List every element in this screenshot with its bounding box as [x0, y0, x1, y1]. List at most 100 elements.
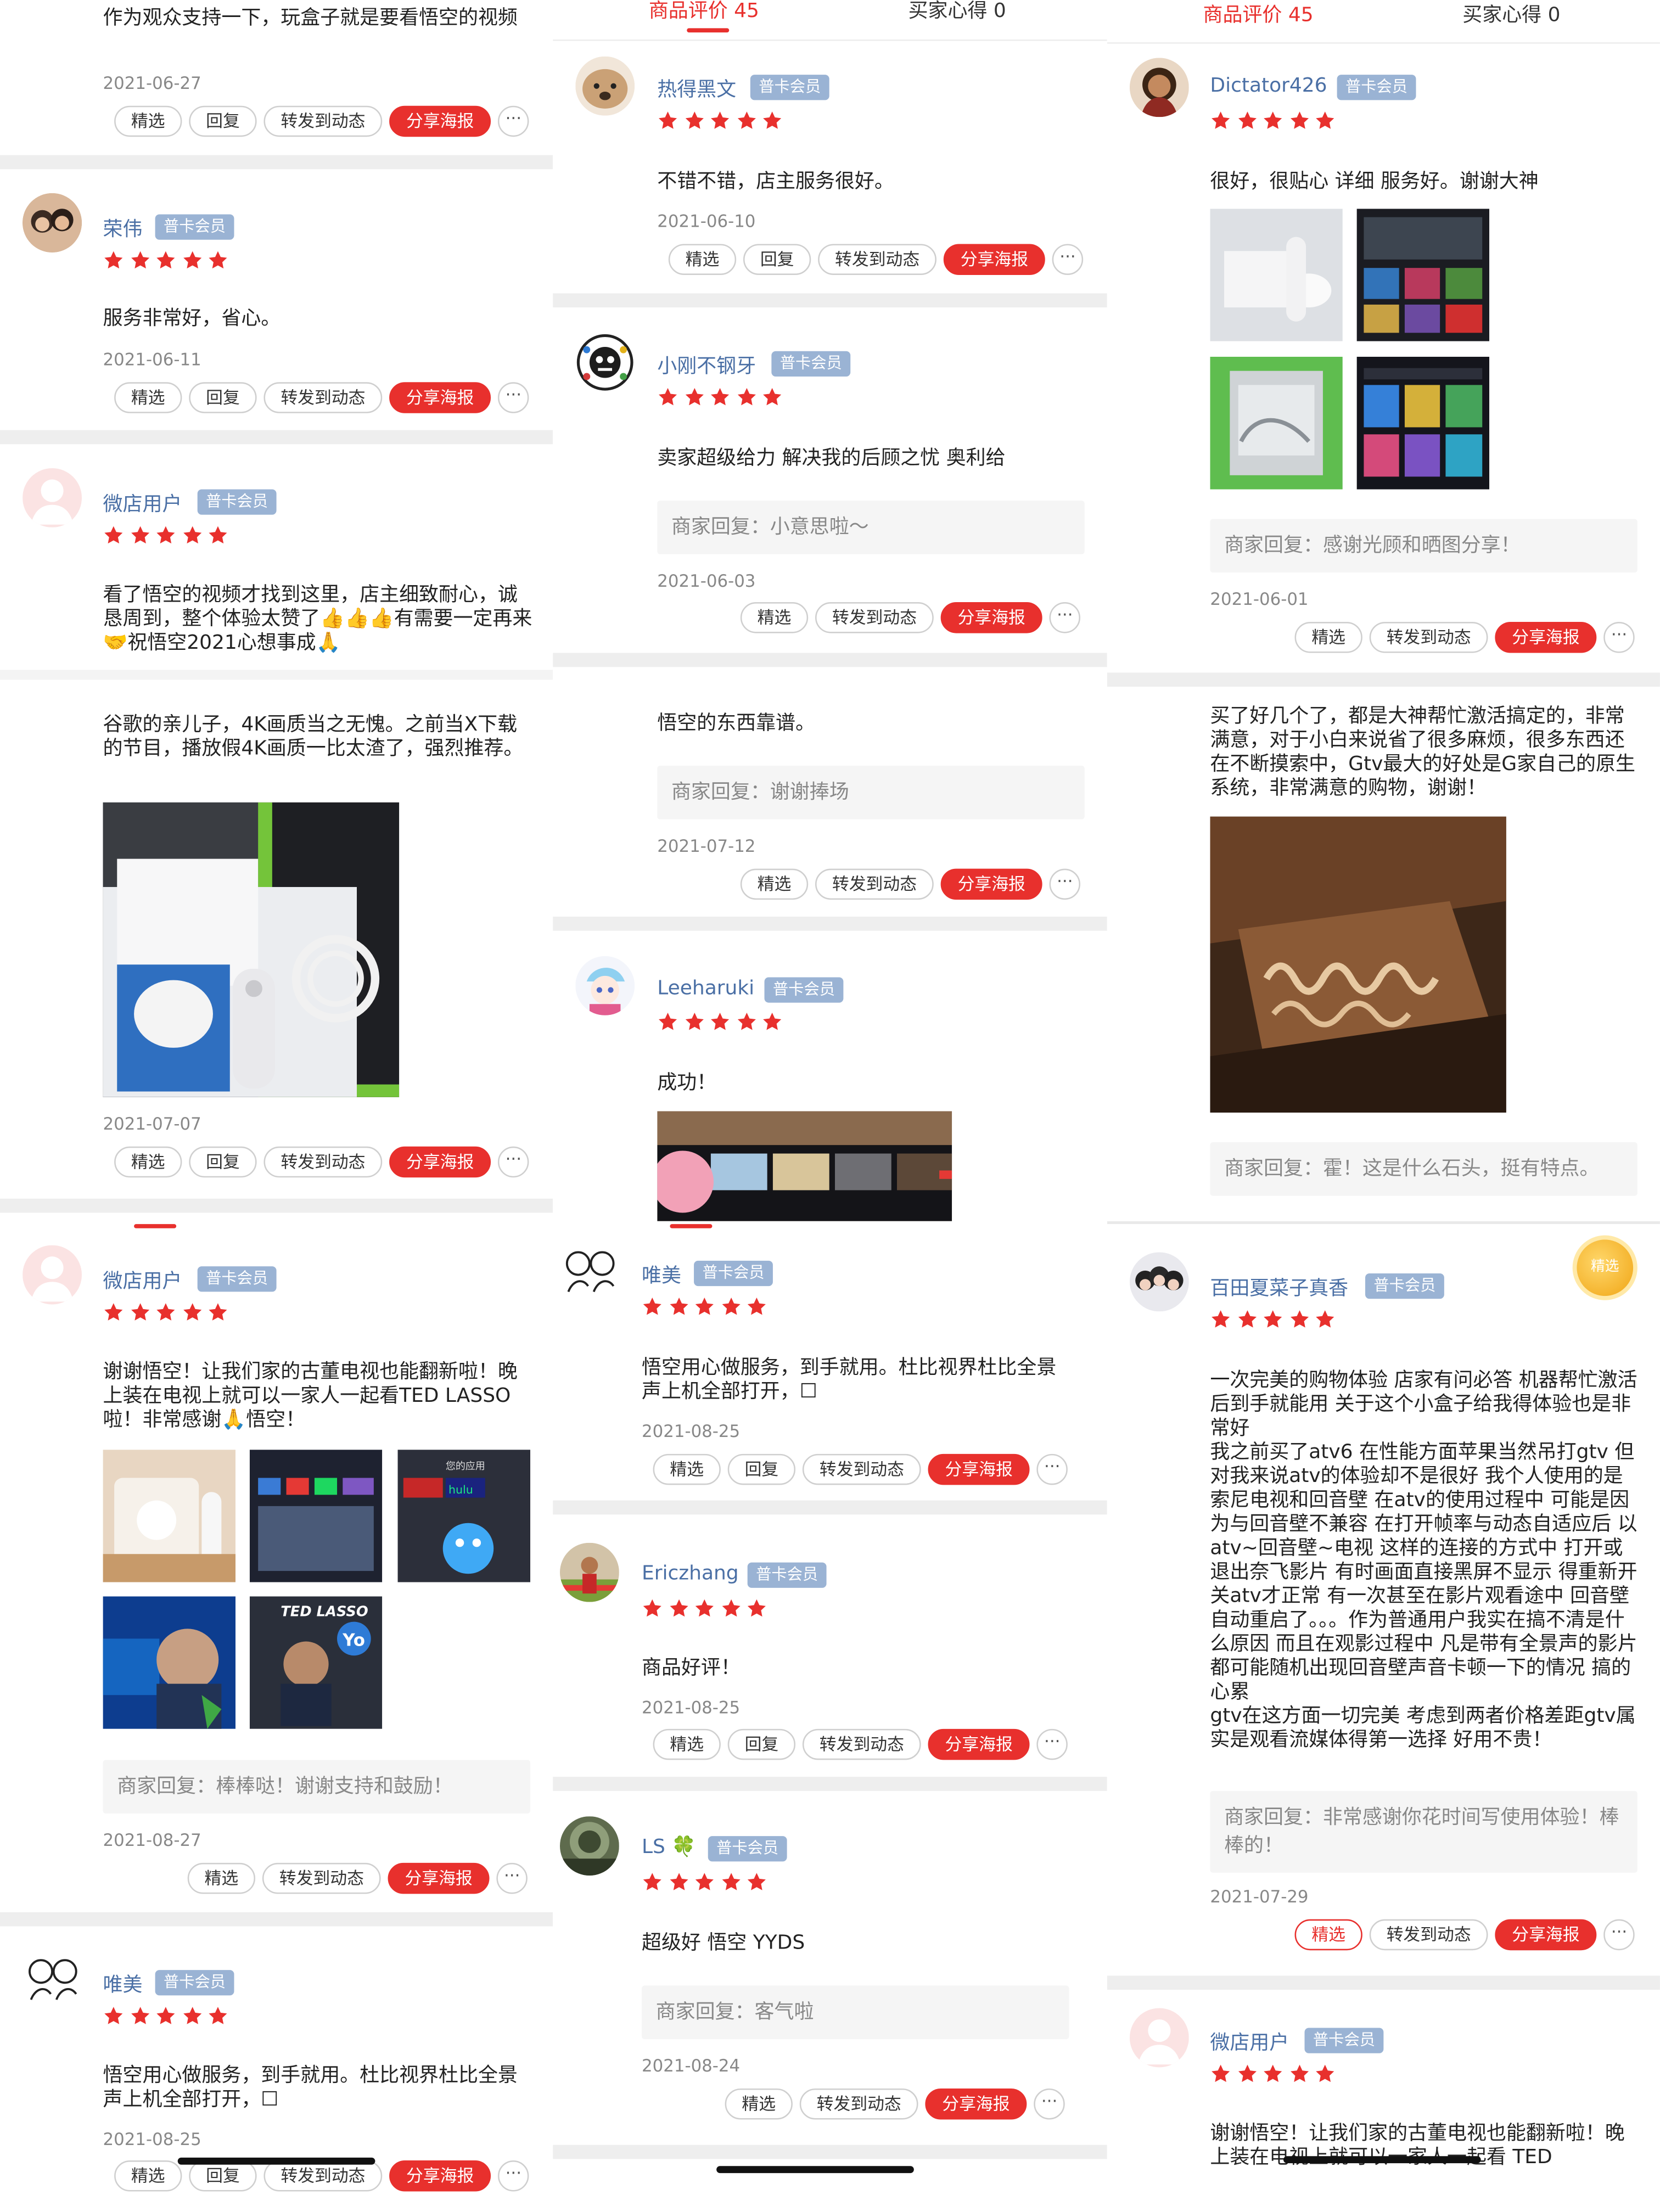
select-button[interactable]: 精选 [114, 105, 182, 137]
repost-button[interactable]: 转发到动态 [263, 1146, 383, 1178]
username[interactable]: Ericzhang [642, 1563, 739, 1585]
review-photo[interactable] [1210, 209, 1343, 341]
avatar[interactable] [559, 1244, 619, 1303]
review-photo[interactable] [1210, 816, 1506, 1113]
review-photo[interactable] [103, 802, 400, 1097]
select-button[interactable]: 精选 [1294, 1919, 1362, 1951]
review-photo[interactable] [1210, 357, 1343, 490]
repost-button[interactable]: 转发到动态 [1369, 622, 1488, 653]
repost-button[interactable]: 转发到动态 [815, 602, 934, 633]
share-poster-button[interactable]: 分享海报 [389, 1146, 491, 1178]
select-button[interactable]: 精选 [740, 868, 809, 900]
more-button[interactable]: ··· [498, 105, 529, 137]
share-poster-button[interactable]: 分享海报 [389, 382, 491, 413]
avatar[interactable] [559, 1542, 619, 1602]
username[interactable]: Dictator426 [1210, 75, 1327, 97]
username[interactable]: 微店用户 [1210, 2028, 1289, 2056]
review-photo[interactable] [249, 1450, 383, 1582]
review-photo[interactable]: 您的应用 hulu [397, 1450, 531, 1582]
review-photo[interactable] [657, 1111, 952, 1221]
reply-button[interactable]: 回复 [189, 382, 257, 413]
more-button[interactable]: ··· [496, 1862, 528, 1894]
avatar[interactable] [23, 1951, 82, 2011]
avatar[interactable] [1129, 1252, 1189, 1312]
avatar[interactable] [1129, 58, 1189, 117]
avatar[interactable] [1130, 2008, 1189, 2068]
username[interactable]: 唯美 [642, 1261, 681, 1289]
share-poster-button[interactable]: 分享海报 [943, 244, 1045, 275]
select-button[interactable]: 精选 [725, 2088, 793, 2120]
username[interactable]: 热得黑文 [657, 75, 736, 103]
avatar[interactable] [575, 956, 635, 1015]
more-button[interactable]: ··· [1603, 622, 1635, 653]
username[interactable]: 微店用户 [103, 490, 182, 518]
tab-buyer-tips[interactable]: 买家心得 0 [908, 0, 1006, 24]
share-poster-button[interactable]: 分享海报 [928, 1453, 1030, 1485]
select-button[interactable]: 精选 [653, 1453, 721, 1485]
share-poster-button[interactable]: 分享海报 [388, 1862, 490, 1894]
avatar[interactable] [575, 333, 635, 392]
more-button[interactable]: ··· [498, 1146, 529, 1178]
share-poster-button[interactable]: 分享海报 [940, 868, 1042, 900]
select-button[interactable]: 精选 [653, 1728, 721, 1760]
avatar[interactable] [559, 1816, 619, 1876]
repost-button[interactable]: 转发到动态 [802, 1453, 921, 1485]
reply-button[interactable]: 回复 [189, 1146, 257, 1178]
review-photo[interactable] [103, 1596, 236, 1729]
tab-reviews[interactable]: 商品评价 45 [649, 0, 759, 24]
username[interactable]: 微店用户 [103, 1266, 182, 1294]
avatar[interactable] [23, 468, 82, 527]
share-poster-button[interactable]: 分享海报 [389, 2160, 491, 2192]
username[interactable]: 小刚不钢牙 [657, 351, 756, 379]
reply-button[interactable]: 回复 [727, 1728, 796, 1760]
more-button[interactable]: ··· [1049, 868, 1081, 900]
share-poster-button[interactable]: 分享海报 [1495, 622, 1597, 653]
repost-button[interactable]: 转发到动态 [818, 244, 937, 275]
select-button[interactable]: 精选 [114, 382, 182, 413]
more-button[interactable]: ··· [1049, 602, 1081, 633]
username[interactable]: Leeharuki [657, 977, 754, 1000]
username[interactable]: 荣伟 [103, 215, 143, 243]
select-button[interactable]: 精选 [114, 1146, 182, 1178]
share-poster-button[interactable]: 分享海报 [928, 1728, 1030, 1760]
repost-button[interactable]: 转发到动态 [815, 868, 934, 900]
tab-buyer-tips[interactable]: 买家心得 0 [1462, 0, 1560, 28]
review-photo[interactable] [103, 1450, 236, 1582]
more-button[interactable]: ··· [1034, 2088, 1065, 2120]
repost-button[interactable]: 转发到动态 [263, 382, 383, 413]
avatar[interactable] [23, 193, 82, 252]
repost-button[interactable]: 转发到动态 [802, 1728, 921, 1760]
share-poster-button[interactable]: 分享海报 [1495, 1919, 1597, 1951]
share-poster-button[interactable]: 分享海报 [925, 2088, 1027, 2120]
reply-button[interactable]: 回复 [727, 1453, 796, 1485]
review-photo[interactable] [1356, 209, 1490, 341]
tab-reviews[interactable]: 商品评价 45 [1203, 0, 1314, 28]
select-button[interactable]: 精选 [740, 602, 809, 633]
review-photo[interactable] [1356, 357, 1490, 490]
avatar[interactable] [23, 1245, 82, 1305]
more-button[interactable]: ··· [1036, 1728, 1068, 1760]
repost-button[interactable]: 转发到动态 [262, 1862, 381, 1894]
username[interactable]: 百田夏菜子真香 [1210, 1273, 1348, 1301]
select-button[interactable]: 精选 [668, 244, 737, 275]
more-button[interactable]: ··· [498, 2160, 529, 2192]
share-poster-button[interactable]: 分享海报 [940, 602, 1042, 633]
reply-button[interactable]: 回复 [189, 2160, 257, 2192]
share-poster-button[interactable]: 分享海报 [389, 105, 491, 137]
review-photo[interactable]: TED LASSO Yo [249, 1596, 383, 1729]
more-button[interactable]: ··· [1036, 1453, 1068, 1485]
select-button[interactable]: 精选 [187, 1862, 256, 1894]
reply-button[interactable]: 回复 [743, 244, 811, 275]
avatar[interactable] [575, 56, 635, 116]
more-button[interactable]: ··· [1052, 244, 1084, 275]
reply-button[interactable]: 回复 [189, 105, 257, 137]
repost-button[interactable]: 转发到动态 [799, 2088, 918, 2120]
more-button[interactable]: ··· [498, 382, 529, 413]
repost-button[interactable]: 转发到动态 [263, 105, 383, 137]
repost-button[interactable]: 转发到动态 [1369, 1919, 1488, 1951]
select-button[interactable]: 精选 [114, 2160, 182, 2192]
select-button[interactable]: 精选 [1294, 622, 1362, 653]
username[interactable]: LS 🍀 [642, 1836, 696, 1859]
username[interactable]: 唯美 [103, 1970, 143, 1998]
more-button[interactable]: ··· [1603, 1919, 1635, 1951]
